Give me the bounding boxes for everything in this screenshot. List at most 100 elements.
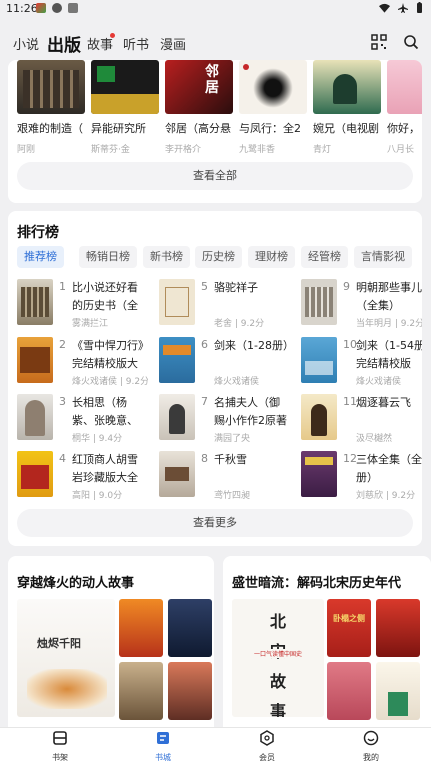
rank-meta: 烽火戏诸侯	[356, 377, 402, 387]
rank-meta: 高阳 | 9.0分	[72, 491, 123, 501]
bookstore-icon	[157, 732, 169, 744]
book-author: 青灯	[313, 145, 332, 155]
book-item[interactable]: 与凤行：全2 九鹭非香	[239, 60, 307, 155]
rank-meta: 鸢竹四昶	[214, 491, 251, 501]
status-time: 11:26	[6, 2, 38, 15]
book-item[interactable]: 婉兄（电视剧 青灯	[313, 60, 381, 155]
status-notification-icons	[36, 3, 78, 13]
chip-business[interactable]: 经管榜	[301, 246, 348, 268]
rank-number: 2	[59, 338, 66, 351]
cover-title: 烛烬千阳	[37, 637, 81, 650]
book-title: 异能研究所	[91, 122, 146, 135]
bottom-navigation: 书架 书城 会员 我的	[0, 727, 431, 766]
scan-icon[interactable]	[371, 34, 387, 50]
book-cover	[327, 662, 371, 720]
book-cover	[159, 279, 195, 325]
tab-comic[interactable]: 漫画	[160, 34, 186, 53]
cover-title: 卧榻之侧	[333, 614, 365, 623]
rank-number: 6	[201, 338, 208, 351]
nav-bookstore[interactable]: 书城	[133, 730, 193, 763]
ranking-title: 排行榜	[17, 225, 59, 241]
profile-icon	[363, 730, 379, 746]
rank-number: 10	[343, 338, 357, 351]
book-author: 阿刚	[17, 145, 36, 155]
rank-title: 三体全集（全3册）	[356, 453, 422, 484]
rank-title: 明朝那些事儿（全集）（2020版）	[356, 281, 422, 312]
rank-meta: 雾满拦江	[72, 319, 109, 329]
rank-title: 《雪中悍刀行》完结精校版大全	[72, 339, 144, 370]
book-cover	[17, 337, 53, 383]
rank-item[interactable]: 12 三体全集（全3册） 刘慈欣 | 9.2分	[301, 451, 422, 501]
rank-number: 9	[343, 280, 350, 293]
rank-item[interactable]: 8 千秋雪 鸢竹四昶	[159, 451, 289, 501]
promo-card-war-stories[interactable]: 穿越烽火的动人故事 烛烬千阳	[8, 556, 214, 736]
chip-recommended[interactable]: 推荐榜	[17, 246, 64, 268]
book-cover: 卧榻之侧	[327, 599, 371, 657]
rank-title: 比小说还好看的历史书（全15	[72, 281, 138, 312]
chip-new-books[interactable]: 新书榜	[143, 246, 190, 268]
status-bar: 11:26	[0, 0, 431, 16]
promo-card-northern-song[interactable]: 盛世暗流：解码北宋历史年代 北宋故事 一口气读懂中国史 卧榻之侧	[223, 556, 431, 736]
book-cover	[17, 451, 53, 497]
chip-history[interactable]: 历史榜	[195, 246, 242, 268]
book-title: 你好，	[387, 122, 420, 135]
view-all-button[interactable]: 查看全部	[17, 162, 413, 190]
promo-title: 穿越烽火的动人故事	[17, 576, 135, 591]
rank-number: 8	[201, 452, 208, 465]
nav-bookshelf[interactable]: 书架	[30, 730, 90, 763]
rank-item[interactable]: 6 剑来（1-28册） 烽火戏诸侯	[159, 337, 290, 387]
rank-item[interactable]: 1 比小说还好看的历史书（全15 雾满拦江	[17, 279, 147, 329]
book-author: 李开格介	[165, 145, 202, 155]
promo-title: 盛世暗流：解码北宋历史年代	[232, 576, 402, 591]
tab-audiobook[interactable]: 听书	[123, 34, 149, 53]
book-cover	[168, 599, 212, 657]
nav-label: 书城	[155, 753, 171, 762]
search-icon[interactable]	[403, 34, 419, 50]
book-title: 与凤行：全2	[239, 122, 301, 135]
book-title: 邻居（高分悬	[165, 122, 231, 135]
rank-title: 骆驼祥子	[214, 281, 258, 294]
tab-novel[interactable]: 小说	[13, 34, 39, 53]
rank-meta: 桐华 | 9.4分	[72, 434, 123, 444]
book-cover	[159, 394, 195, 440]
view-more-button[interactable]: 查看更多	[17, 509, 413, 537]
top-category-nav: 小说 出版 故事 听书 漫画	[0, 28, 431, 58]
book-cover	[17, 394, 53, 440]
chip-finance[interactable]: 理财榜	[248, 246, 295, 268]
status-system-icons	[379, 2, 423, 13]
rank-title: 烟逐暮云飞	[356, 396, 411, 409]
nav-label: 我的	[363, 753, 379, 762]
tab-publish[interactable]: 出版	[47, 31, 81, 56]
book-cover	[91, 60, 159, 114]
rank-item[interactable]: 3 长相思（杨紫、张晚意、邓为、 桐华 | 9.4分	[17, 394, 147, 444]
nav-profile[interactable]: 我的	[341, 730, 401, 763]
rank-title: 剑来（1-28册）	[214, 339, 290, 352]
rank-item[interactable]: 11 烟逐暮云飞 汲尽樾然	[301, 394, 422, 444]
rank-item[interactable]: 4 红顶商人胡雪岩珍藏版大全集 高阳 | 9.0分	[17, 451, 147, 501]
rank-item[interactable]: 5 骆驼祥子 老舍 | 9.2分	[159, 279, 289, 329]
bookshelf-icon	[53, 731, 67, 745]
book-author: 八月长	[387, 145, 415, 155]
app-notification-icon	[68, 3, 78, 13]
chip-bestseller-daily[interactable]: 畅销日榜	[79, 246, 137, 268]
book-item[interactable]: 你好， 八月长	[387, 60, 422, 155]
nav-membership[interactable]: 会员	[237, 730, 297, 763]
new-badge-dot	[110, 33, 115, 38]
rank-number: 1	[59, 280, 66, 293]
rank-number: 4	[59, 452, 66, 465]
book-cover	[239, 60, 307, 114]
tab-story[interactable]: 故事	[87, 34, 113, 53]
ranking-chips: 推荐榜 畅销日榜 新书榜 历史榜 理财榜 经管榜 言情影视	[17, 246, 422, 268]
app-notification-icon	[36, 3, 46, 13]
book-cover	[159, 337, 195, 383]
rank-title: 长相思（杨紫、张晚意、邓为、	[72, 396, 138, 427]
rank-item[interactable]: 9 明朝那些事儿（全集）（2020版） 当年明月 | 9.2分	[301, 279, 422, 329]
book-item[interactable]: 艰难的制造（ 阿刚	[17, 60, 85, 155]
book-item[interactable]: 邻居 邻居（高分悬 李开格介	[165, 60, 233, 155]
rank-item[interactable]: 7 名捕夫人（御赐小作作2原著小 满园了央	[159, 394, 289, 444]
book-item[interactable]: 异能研究所 斯蒂芬·金	[91, 60, 159, 155]
rank-item[interactable]: 10 剑来（1-54册）完结精校版 烽火戏诸侯	[301, 337, 422, 387]
rank-item[interactable]: 2 《雪中悍刀行》完结精校版大全 烽火戏诸侯 | 9.2分	[17, 337, 148, 387]
chip-romance-drama[interactable]: 言情影视	[354, 246, 412, 268]
cover-subtitle: 一口气读懂中国史	[236, 649, 320, 658]
